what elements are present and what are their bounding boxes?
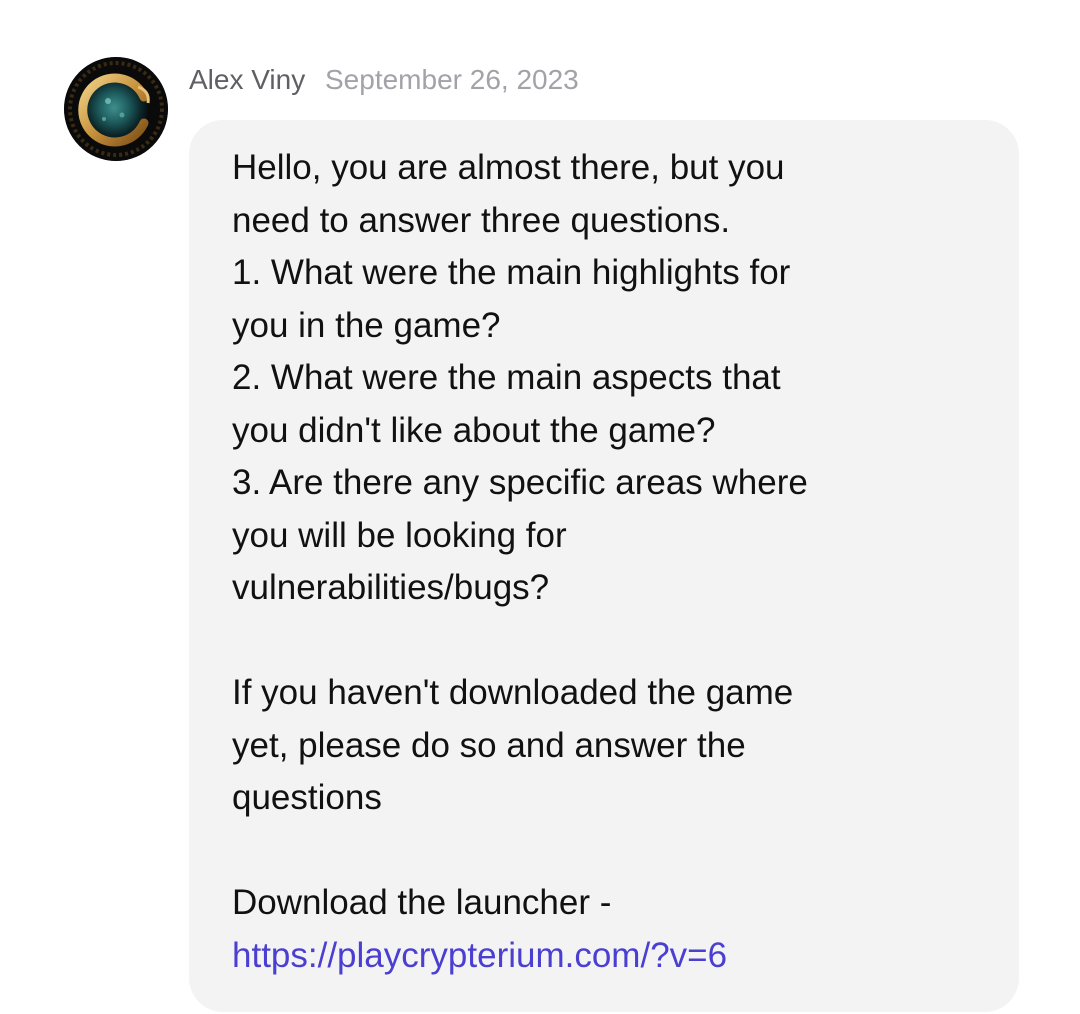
message-line: 1. What were the main highlights for: [232, 253, 791, 292]
message-line: need to answer three questions.: [232, 200, 731, 240]
message-line: you in the game?: [232, 305, 501, 345]
launcher-link[interactable]: https://playcrypterium.com/?v=6: [232, 930, 979, 983]
message-line: Hello, you are almost there, but you: [232, 148, 785, 187]
message-line: vulnerabilities/bugs?: [232, 568, 550, 607]
message-line: you didn't like about the game?: [232, 410, 716, 450]
message-line: If you haven't downloaded the game: [232, 673, 794, 712]
message-line: 3. Are there any specific areas where: [232, 463, 808, 502]
crypterium-logo-icon: [64, 57, 168, 161]
message-line: [232, 825, 979, 878]
message-line: questions: [232, 778, 382, 817]
message-line: Download the launcher -: [232, 883, 612, 922]
message-date: September 26, 2023: [325, 64, 579, 95]
message-line: [232, 615, 979, 668]
message-text: Hello, you are almost there, but you nee…: [232, 142, 979, 982]
author-name[interactable]: Alex Viny: [189, 64, 305, 95]
avatar[interactable]: [64, 57, 168, 161]
message-line: you will be looking for: [232, 515, 567, 555]
message-header: Alex Viny September 26, 2023: [189, 62, 579, 98]
message-line: 2. What were the main aspects that: [232, 358, 781, 397]
message-line: yet, please do so and answer the: [232, 725, 746, 765]
message-bubble: Hello, you are almost there, but you nee…: [189, 120, 1019, 1012]
